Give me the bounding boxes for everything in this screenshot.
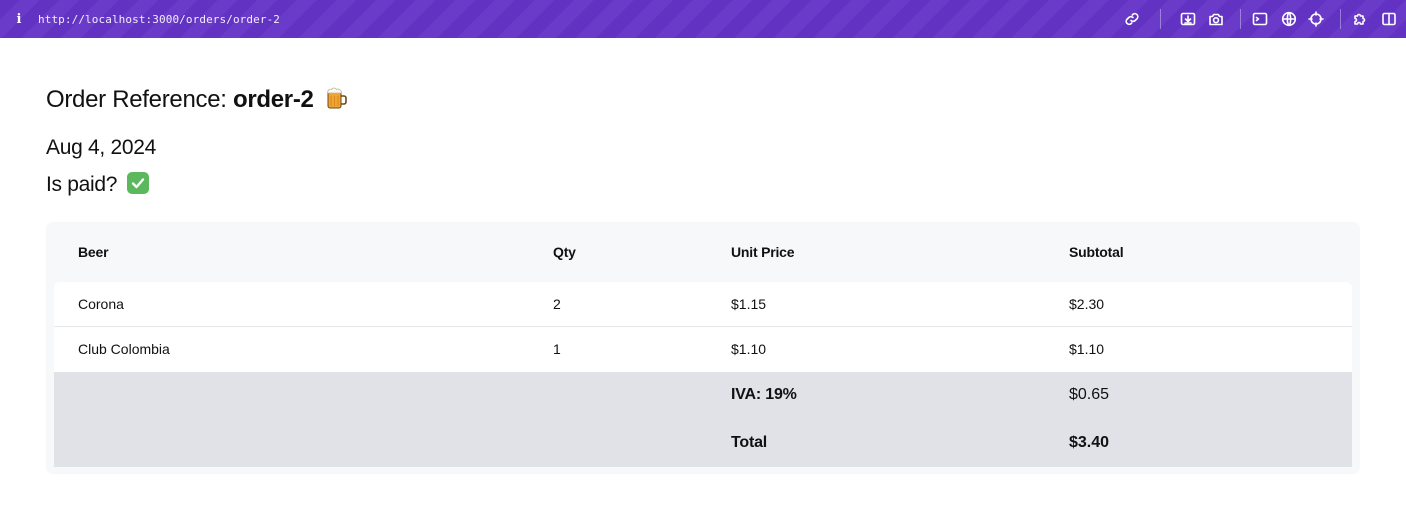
order-table: Beer Qty Unit Price Subtotal Corona 2 $1… (46, 222, 1360, 474)
download-icon[interactable] (1179, 10, 1197, 28)
table-footer: IVA: 19% $0.65 Total $3.40 (54, 372, 1352, 467)
cell-subtotal: $1.10 (1069, 341, 1105, 357)
paid-label: Is paid? (46, 173, 118, 196)
total-label: Total (731, 434, 768, 451)
puzzle-icon[interactable] (1351, 10, 1369, 28)
iva-value: $0.65 (1069, 386, 1110, 403)
cell-beer: Club Colombia (78, 341, 170, 357)
order-reference: order-2 (232, 86, 314, 113)
header-unit-price: Unit Price (731, 244, 795, 260)
header-qty: Qty (553, 244, 576, 260)
toolbar-divider (1240, 9, 1241, 29)
terminal-icon[interactable] (1251, 10, 1269, 28)
top-bar: i http://localhost:3000/orders/order-2 (0, 0, 1406, 38)
sidebar-icon[interactable] (1380, 10, 1398, 28)
paid-status: Is paid? (46, 172, 149, 197)
info-button[interactable]: i (0, 0, 38, 38)
toolbar-divider (1160, 9, 1161, 29)
toolbar-divider (1340, 9, 1341, 29)
header-beer: Beer (78, 244, 109, 260)
total-value: $3.40 (1069, 434, 1110, 451)
cell-qty: 2 (553, 296, 561, 312)
iva-label: IVA: 19% (731, 386, 797, 403)
page-title: Order Reference: order-2 (46, 86, 348, 114)
cell-qty: 1 (553, 341, 561, 357)
order-date: Aug 4, 2024 (46, 136, 156, 159)
header-subtotal: Subtotal (1069, 244, 1124, 260)
cell-beer: Corona (78, 296, 124, 312)
cell-unit-price: $1.10 (731, 341, 767, 357)
cell-unit-price: $1.15 (731, 296, 767, 312)
link-icon[interactable] (1123, 10, 1141, 28)
table-row: Corona 2 $1.15 $2.30 (54, 282, 1352, 327)
globe-icon[interactable] (1280, 10, 1298, 28)
url-text[interactable]: http://localhost:3000/orders/order-2 (38, 13, 280, 26)
table-row: Club Colombia 1 $1.10 $1.10 (54, 327, 1352, 372)
camera-icon[interactable] (1207, 10, 1225, 28)
info-label: i (16, 11, 22, 27)
title-prefix: Order Reference: (46, 86, 233, 113)
cell-subtotal: $2.30 (1069, 296, 1105, 312)
crosshair-icon[interactable] (1307, 10, 1325, 28)
beer-mug-icon (326, 86, 348, 110)
table-body: Corona 2 $1.15 $2.30 Club Colombia 1 $1.… (54, 282, 1352, 372)
table-header: Beer Qty Unit Price Subtotal (54, 222, 1352, 282)
check-mark-icon (126, 172, 149, 194)
